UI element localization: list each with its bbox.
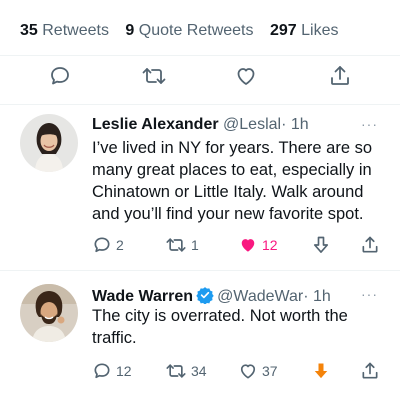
downvote-button[interactable] <box>311 235 331 255</box>
share-button[interactable] <box>326 62 354 90</box>
avatar[interactable] <box>20 114 78 172</box>
retweet-count: 1 <box>191 237 199 253</box>
downvote-button[interactable] <box>311 361 331 381</box>
reply-count: 2 <box>116 237 124 253</box>
downvote-filled-icon <box>314 363 328 379</box>
author-name[interactable]: Wade Warren <box>92 288 193 305</box>
more-options-button[interactable]: ··· <box>361 286 378 302</box>
tweet-actions: 12 34 37 <box>92 361 382 383</box>
more-options-button[interactable]: ··· <box>361 116 378 132</box>
author-handle[interactable]: @WadeWar <box>217 288 303 305</box>
like-count: 12 <box>262 237 278 253</box>
share-button[interactable] <box>360 361 380 381</box>
avatar[interactable] <box>20 284 78 342</box>
engagement-stats: 35 Retweets 9 Quote Retweets 297 Likes <box>20 22 350 40</box>
retweet-button[interactable]: 34 <box>165 361 207 381</box>
quote-retweets-stat[interactable]: 9 Quote Retweets <box>125 22 253 39</box>
reply-button[interactable] <box>46 62 74 90</box>
tweet-time: · 1h <box>281 116 309 133</box>
verified-badge-icon <box>196 287 214 304</box>
retweets-stat[interactable]: 35 Retweets <box>20 22 109 39</box>
like-button[interactable]: 12 <box>238 235 278 255</box>
reply-icon <box>94 237 110 253</box>
retweet-button[interactable]: 1 <box>165 235 199 255</box>
retweet-icon <box>166 238 186 252</box>
tweet-header: Leslie Alexander @Leslal· 1h <box>92 116 309 134</box>
divider <box>0 55 400 56</box>
share-icon <box>362 236 378 253</box>
reply-count: 12 <box>116 363 132 379</box>
downvote-icon <box>313 236 329 253</box>
retweet-icon <box>142 68 166 84</box>
tweet-text: The city is overrated. Not worth the tra… <box>92 307 348 347</box>
reply-button[interactable]: 2 <box>92 235 124 255</box>
like-button[interactable] <box>232 62 260 90</box>
like-icon <box>237 68 255 85</box>
reply-icon <box>51 67 69 85</box>
reply-tweet[interactable]: Wade Warren @WadeWar· 1h ··· The city is … <box>0 270 400 400</box>
like-count: 37 <box>262 363 278 379</box>
retweet-button[interactable] <box>140 62 168 90</box>
retweet-icon <box>166 364 186 378</box>
reply-tweet[interactable]: Leslie Alexander @Leslal· 1h ··· I’ve li… <box>0 104 400 270</box>
reply-button[interactable]: 12 <box>92 361 132 381</box>
share-icon <box>331 66 349 85</box>
tweet-actions: 2 1 12 <box>92 235 382 257</box>
heart-filled-icon <box>241 239 255 252</box>
likes-stat[interactable]: 297 Likes <box>270 22 339 39</box>
author-handle[interactable]: @Leslal <box>223 116 281 133</box>
tweet-text: I’ve lived in NY for years. There are so… <box>92 139 373 223</box>
retweet-count: 34 <box>191 363 207 379</box>
share-icon <box>362 362 378 379</box>
tweet-time: · 1h <box>303 288 331 305</box>
tweet-action-bar <box>0 62 400 94</box>
reply-icon <box>94 363 110 379</box>
author-name[interactable]: Leslie Alexander <box>92 116 219 133</box>
tweet-header: Wade Warren @WadeWar· 1h <box>92 286 331 306</box>
share-button[interactable] <box>360 235 380 255</box>
like-button[interactable]: 37 <box>238 361 278 381</box>
like-icon <box>240 364 256 379</box>
